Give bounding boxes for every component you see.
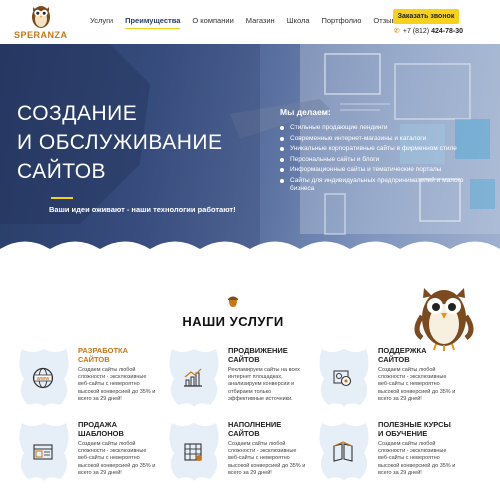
we-do-item: Информационные сайты и тематические порт… [280,166,470,174]
nav-item-services[interactable]: Услуги [90,16,113,29]
content-grid-icon [184,443,202,461]
we-do-item: Стильные продающие лендинги [280,124,470,132]
we-do-item: Сайты для индивидуальных предпринимателе… [280,177,470,193]
service-description: Создаем сайты любой сложности - эксклюзи… [378,367,456,402]
service-title: ПРОДВИЖЕНИЕ САЙТОВ [228,346,288,364]
hero-slogan: Ваши идеи оживают - наши технологии рабо… [49,205,236,214]
www-icon: WWW [32,367,54,389]
owl-logo-icon [32,6,50,28]
service-card-support[interactable]: ПОДДЕРЖКА САЙТОВ Создаем сайты любой сло… [302,346,455,427]
service-card-templates[interactable]: ПРОДАЖА ШАБЛОНОВ Создаем сайты любой сло… [2,420,155,500]
site-header: SPERANZA Услуги Преимущества О компании … [0,0,500,44]
logo[interactable]: SPERANZA [14,3,68,41]
nav-item-about[interactable]: О компании [192,16,233,29]
service-description: Создаем сайты любой сложности - эксклюзи… [78,367,156,402]
phone-main: 424-78-30 [431,28,464,35]
service-title: ПОЛЕЗНЫЕ КУРСЫ И ОБУЧЕНИЕ [378,420,451,438]
book-icon [333,441,353,462]
services-section: НАШИ УСЛУГИ WWW РАЗРАБОТКА САЙТОВ Создае… [0,264,500,500]
service-title: ПОДДЕРЖКА САЙТОВ [378,346,427,364]
phone-number[interactable]: ✆ +7 (812) 424-78-30 [394,27,463,35]
growth-chart-icon [184,368,202,387]
services-title: НАШИ УСЛУГИ [182,314,284,329]
we-do-list: Стильные продающие лендинги Современные … [280,124,470,196]
service-title: ПРОДАЖА ШАБЛОНОВ [78,420,124,438]
service-card-development[interactable]: WWW РАЗРАБОТКА САЙТОВ Создаем сайты любо… [2,346,155,427]
service-description: Создаем сайты любой сложности - эксклюзи… [78,441,156,476]
service-description: Рекламируем сайты на всех интернет площа… [228,367,300,402]
svg-text:WWW: WWW [37,376,50,381]
phone-prefix: +7 (812) [402,28,430,35]
logo-text: SPERANZA [14,30,68,40]
acorn-icon [228,296,238,307]
call-request-button[interactable]: Заказать звонок [393,9,459,24]
phone-icon: ✆ [394,28,400,35]
we-do-item: Современные интернет-магазины и каталоги [280,135,470,143]
service-card-courses[interactable]: ПОЛЕЗНЫЕ КУРСЫ И ОБУЧЕНИЕ Создаем сайты … [302,420,455,500]
we-do-item: Персональные сайты и блоги [280,156,470,164]
we-do-item: Уникальные корпоративные сайты в фирменн… [280,145,470,153]
hero-accent-bar [51,197,73,199]
we-do-title: Мы делаем: [280,107,331,117]
template-icon [33,444,53,460]
service-description: Создаем сайты любой сложности - эксклюзи… [378,441,456,476]
nav-item-shop[interactable]: Магазин [246,16,275,29]
gears-icon [333,370,352,387]
hero-section: СОЗДАНИЕ И ОБСЛУЖИВАНИЕ САЙТОВ Ваши идеи… [0,44,500,264]
owl-mascot-icon [414,288,474,351]
service-card-promotion[interactable]: ПРОДВИЖЕНИЕ САЙТОВ Рекламируем сайты на … [152,346,302,427]
service-title: НАПОЛНЕНИЕ САЙТОВ [228,420,282,438]
service-card-content[interactable]: НАПОЛНЕНИЕ САЙТОВ Создаем сайты любой сл… [152,420,305,500]
nav-item-school[interactable]: Школа [287,16,310,29]
hero-title-line-1: СОЗДАНИЕ [17,102,138,125]
hero-title-line-3: САЙТОВ [17,160,107,183]
service-title: РАЗРАБОТКА САЙТОВ [78,346,129,364]
nav-item-portfolio[interactable]: Портфолио [322,16,362,29]
nav-item-advantages[interactable]: Преимущества [125,16,181,29]
hero-title-line-2: И ОБСЛУЖИВАНИЕ [17,131,223,154]
service-description: Создаем сайты любой сложности - эксклюзи… [228,441,306,476]
main-nav: Услуги Преимущества О компании Магазин Ш… [90,16,401,29]
hero-title: СОЗДАНИЕ И ОБСЛУЖИВАНИЕ САЙТОВ [17,99,222,186]
